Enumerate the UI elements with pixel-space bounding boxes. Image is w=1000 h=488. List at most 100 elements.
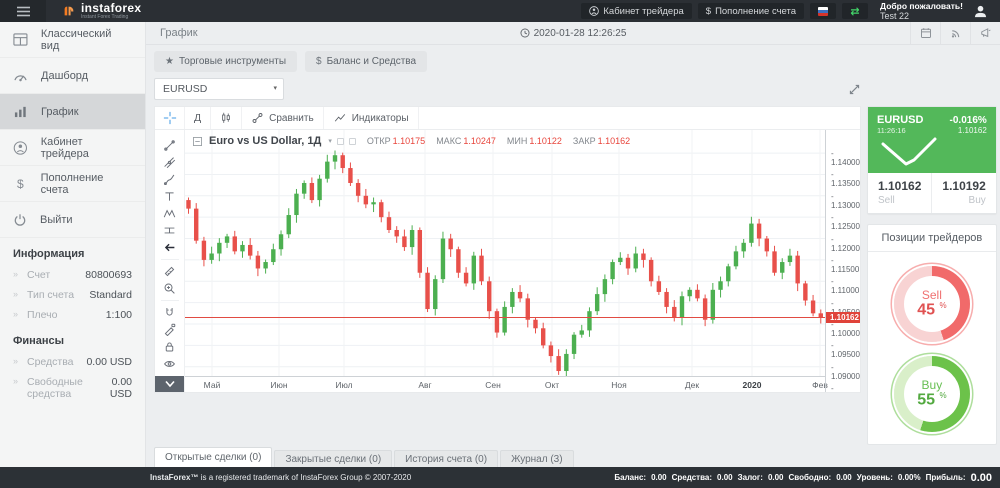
fullscreen-button[interactable]: [848, 83, 861, 96]
magnet-tool-button[interactable]: [155, 304, 184, 321]
ruler-tool-icon: [163, 265, 176, 278]
collapse-legend-icon[interactable]: [193, 137, 202, 146]
compare-icon: [251, 112, 264, 124]
tab-3[interactable]: Журнал (3): [500, 450, 574, 467]
hamburger-menu-button[interactable]: [0, 0, 46, 22]
price-tick-label: - 1.11500: [831, 256, 860, 274]
current-price-line: [185, 317, 825, 318]
ohlc-open: ОТКР1.10175: [367, 136, 425, 146]
ohlc-low: МИН1.10122: [507, 136, 562, 146]
tab-2[interactable]: История счета (0): [394, 450, 498, 467]
indicators-button[interactable]: Индикаторы: [324, 107, 419, 129]
classic-view-icon: [13, 33, 28, 46]
price-axis[interactable]: 1.10162 - 1.14000- 1.13500- 1.13000- 1.1…: [825, 130, 860, 392]
time-tick-label: Май: [204, 380, 221, 390]
rss-icon: [950, 27, 962, 39]
chart-toolbar: Д Сравнить Индикаторы: [155, 107, 860, 130]
price-tick-label: - 1.12500: [831, 213, 860, 231]
server-datetime: 2020-01-28 12:26:25: [534, 28, 627, 39]
quote-card[interactable]: EURUSD -0.016% 11:26:16 1.10162 1.10162 …: [867, 106, 997, 214]
sidebar-item-classic-view[interactable]: Классический вид: [0, 22, 145, 58]
balance-funds-button[interactable]: $ Баланс и Средства: [305, 51, 427, 72]
chart-style-button[interactable]: [211, 107, 242, 129]
legend-visibility-icon[interactable]: [337, 138, 344, 145]
welcome-block: Добро пожаловать! Test 22: [880, 1, 963, 22]
gann-fib-tool-button[interactable]: [155, 154, 184, 171]
collapse-toolbar-button[interactable]: [155, 376, 184, 392]
trend-line-tool-icon: [163, 139, 176, 152]
position-tool-button[interactable]: [155, 222, 184, 239]
buy-quote-cell[interactable]: 1.10192 Buy: [931, 173, 995, 213]
tab-1[interactable]: Закрытые сделки (0): [274, 450, 392, 467]
info-row: »Средства0.00 USD: [0, 352, 145, 372]
stat-label: Залог:: [738, 473, 763, 482]
lock-drawings-tool-button[interactable]: [155, 321, 184, 338]
info-value: 80800693: [85, 269, 132, 281]
zoom-in-tool-button[interactable]: [155, 280, 184, 297]
interval-button[interactable]: Д: [185, 107, 211, 129]
announcements-button[interactable]: [970, 22, 1000, 45]
info-row: »Тип счетаStandard: [0, 285, 145, 305]
sidebar-item-trader-cabinet[interactable]: Кабинет трейдера: [0, 130, 145, 166]
dashboard-icon: [13, 69, 28, 82]
trading-instruments-button[interactable]: ★ Торговые инструменты: [154, 51, 297, 72]
info-label: Счет: [27, 269, 85, 281]
language-flag-button[interactable]: [810, 3, 836, 19]
candles-icon: [220, 111, 232, 125]
compare-button[interactable]: Сравнить: [242, 107, 324, 129]
time-tick-label: Авг: [418, 380, 431, 390]
avatar-icon: [973, 4, 988, 19]
price-tick-label: - 1.14000: [831, 149, 860, 167]
magnet-tool-icon: [163, 306, 176, 319]
deposit-button[interactable]: $ Пополнение счета: [698, 3, 804, 19]
symbol-select[interactable]: EURUSD: [155, 79, 283, 99]
instaforex-logo[interactable]: instaforex Instant Forex Trading: [62, 2, 141, 20]
calendar-button[interactable]: [910, 22, 940, 45]
stat-label: Уровень:: [857, 473, 893, 482]
time-axis[interactable]: МайИюнИюлАвгСенОктНояДек2020Фев: [185, 376, 825, 392]
text-tool-button[interactable]: [155, 188, 184, 205]
clock-icon: [520, 28, 530, 38]
trend-line-tool-button[interactable]: [155, 137, 184, 154]
user-avatar-button[interactable]: [973, 4, 988, 19]
zoom-in-tool-icon: [163, 282, 176, 295]
info-label: Свободные средства: [27, 376, 87, 400]
sidebar-item-logout[interactable]: Выйти: [0, 202, 145, 238]
visibility-eye-button[interactable]: [155, 355, 184, 372]
xabcd-pattern-tool-button[interactable]: [155, 205, 184, 222]
sell-quote-cell[interactable]: 1.10162 Sell: [868, 173, 931, 213]
page-header: График 2020-01-28 12:26:25: [146, 22, 1000, 45]
chevron-down-icon[interactable]: ▾: [328, 137, 332, 145]
price-tick-label: - 1.13500: [831, 170, 860, 188]
finance-rows: »Средства0.00 USD»Свободные средства0.00…: [0, 352, 145, 404]
trader-cabinet-button[interactable]: Кабинет трейдера: [581, 3, 691, 19]
tab-0[interactable]: Открытые сделки (0): [154, 447, 272, 467]
lock-tool-button[interactable]: [155, 338, 184, 355]
chevron-down-icon: [164, 380, 176, 388]
brush-tool-button[interactable]: [155, 171, 184, 188]
sidebar-item-dashboard[interactable]: Дашборд: [0, 58, 145, 94]
chart-series-title: Euro vs US Dollar, 1Д: [209, 135, 321, 147]
chart-legend: Euro vs US Dollar, 1Д ▾ ОТКР1.10175 МАКС…: [193, 135, 630, 147]
footer: InstaForex™ is a registered trademark of…: [0, 467, 1000, 488]
rss-button[interactable]: [940, 22, 970, 45]
legend-settings-icon[interactable]: [349, 138, 356, 145]
brush-tool-icon: [163, 173, 176, 186]
crosshair-tool-button[interactable]: [155, 107, 185, 129]
star-icon: ★: [165, 56, 174, 67]
exchange-button[interactable]: ⇄: [842, 3, 868, 19]
price-tick-label: - 1.09500: [831, 341, 860, 359]
exchange-arrows-icon: ⇄: [850, 5, 859, 18]
stat-value: 0.00: [768, 473, 784, 482]
chart-plot-area[interactable]: Euro vs US Dollar, 1Д ▾ ОТКР1.10175 МАКС…: [185, 130, 825, 376]
dollar-icon: $: [13, 177, 28, 191]
ruler-tool-button[interactable]: [155, 263, 184, 280]
time-tick-label: Июн: [270, 380, 287, 390]
undo-arrow-button[interactable]: [155, 239, 184, 256]
dollar-icon: $: [706, 6, 711, 17]
buy-donut-value: 55 %: [917, 392, 946, 409]
sidebar-item-deposit[interactable]: $ Пополнение счета: [0, 166, 145, 202]
price-tick-label: - 1.12000: [831, 235, 860, 253]
quote-card-header: EURUSD -0.016% 11:26:16 1.10162: [868, 107, 996, 173]
sidebar-item-chart[interactable]: График: [0, 94, 145, 130]
